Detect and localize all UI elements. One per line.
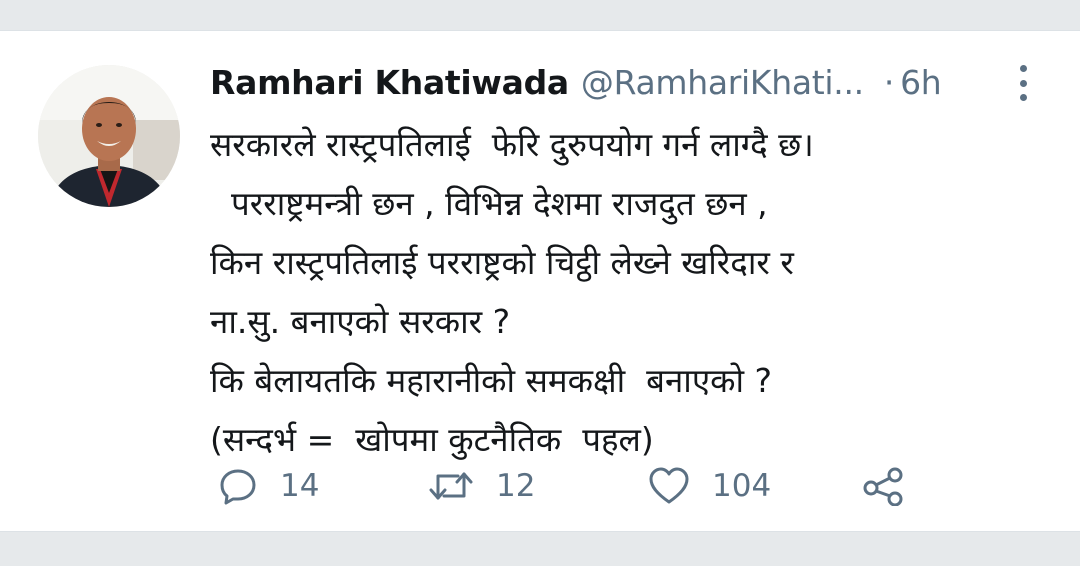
reply-button[interactable]: 14 — [218, 461, 319, 511]
share-button[interactable] — [862, 461, 906, 511]
reply-count: 14 — [280, 468, 320, 504]
separator-dot: · — [883, 62, 895, 102]
timestamp[interactable]: 6h — [900, 63, 942, 102]
reply-icon — [220, 469, 256, 505]
profile-photo-icon — [38, 65, 180, 207]
heart-icon — [649, 467, 689, 504]
tweet-text-line: कि बेलायतकि महारानीको समकक्षी बनाएको ? — [210, 361, 772, 400]
tweet-text: सरकारले रास्ट्रपतिलाई फेरि दुरुपयोग गर्न… — [210, 115, 1030, 469]
like-count: 104 — [712, 468, 772, 504]
retweet-icon — [429, 472, 473, 500]
author-handle[interactable]: @RamhariKhati... — [581, 63, 864, 102]
avatar[interactable] — [38, 65, 180, 207]
share-icon — [863, 467, 903, 506]
tweet-text-line: परराष्ट्रमन्त्री छन , विभिन्न देशमा राजद… — [210, 184, 768, 223]
tweet-card[interactable]: Ramhari Khatiwada @RamhariKhati... · 6h … — [0, 30, 1080, 532]
more-options-icon[interactable] — [1008, 65, 1038, 101]
like-button[interactable]: 104 — [648, 461, 771, 511]
retweet-button[interactable]: 12 — [428, 461, 535, 511]
tweet-actions: 14 12 104 — [210, 461, 930, 511]
tweet-text-line: सरकारले रास्ट्रपतिलाई फेरि दुरुपयोग गर्न… — [210, 125, 814, 164]
tweet-text-line: ना.सु. बनाएको सरकार ? — [210, 302, 511, 341]
retweet-count: 12 — [496, 468, 536, 504]
tweet-text-line: किन रास्ट्रपतिलाई परराष्ट्रको चिट्ठी लेख… — [210, 243, 794, 282]
tweet-header: Ramhari Khatiwada @RamhariKhati... · 6h — [210, 59, 942, 105]
author-name[interactable]: Ramhari Khatiwada — [210, 63, 569, 102]
